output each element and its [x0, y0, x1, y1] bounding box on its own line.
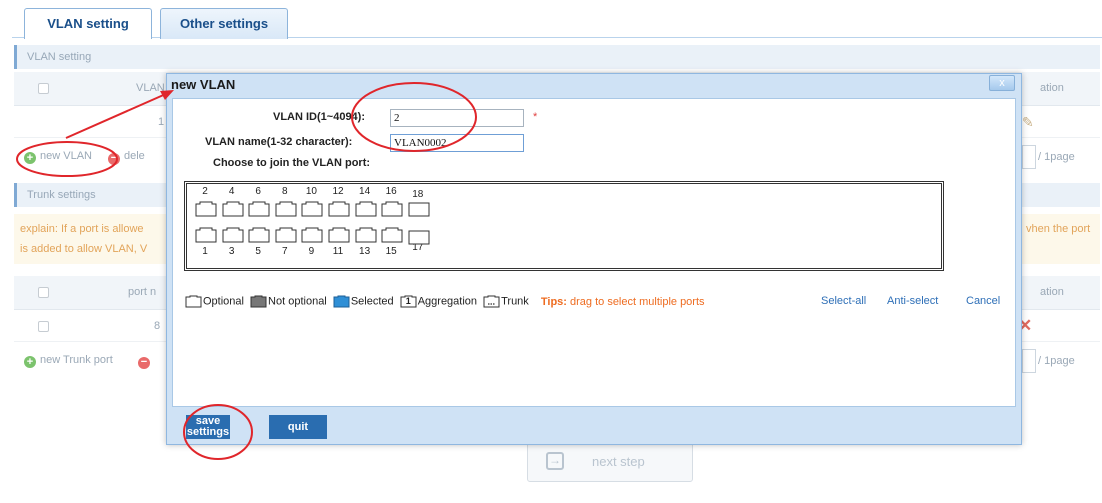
port-column-header: port n — [128, 286, 157, 298]
optional-port-icon — [185, 295, 202, 308]
explain-line1: explain: If a port is allowe — [20, 223, 144, 235]
new-vlan-dialog: new VLAN x VLAN ID(1~4094): * VLAN name(… — [166, 73, 1022, 445]
legend-trunk: Trunk — [483, 295, 529, 308]
port-17[interactable] — [408, 229, 430, 245]
port-number-12: 12 — [332, 186, 344, 197]
aggregation-port-icon: 1 — [400, 295, 417, 308]
vlan-section-header: VLAN setting — [14, 45, 1100, 69]
port-12[interactable] — [328, 201, 350, 217]
port-number-13: 13 — [359, 246, 371, 257]
port-2[interactable] — [195, 201, 217, 217]
port-11[interactable] — [328, 227, 350, 243]
delete-trunk-link[interactable]: − — [138, 354, 154, 369]
dialog-body: VLAN ID(1~4094): * VLAN name(1-32 charac… — [172, 98, 1016, 407]
trunk-port-icon — [483, 295, 500, 308]
port-1[interactable] — [195, 227, 217, 243]
page-count: / 1page — [1038, 355, 1075, 367]
port-cell: 8 — [154, 320, 161, 332]
legend-selected: Selected — [333, 295, 394, 308]
port-18[interactable] — [408, 201, 430, 217]
page-input[interactable] — [1022, 349, 1036, 373]
port-number-1: 1 — [202, 246, 208, 257]
legend-aggregation: 1 Aggregation — [400, 295, 477, 308]
close-icon[interactable]: x — [989, 75, 1015, 91]
port-3[interactable] — [222, 227, 244, 243]
explain-tail: vhen the port — [1026, 223, 1091, 235]
cancel-link[interactable]: Cancel — [966, 295, 1000, 307]
port-number-3: 3 — [228, 246, 235, 257]
page-count: / 1page — [1038, 151, 1075, 163]
row-checkbox[interactable] — [38, 321, 49, 332]
port-number-16: 16 — [385, 186, 397, 197]
required-mark: * — [533, 111, 538, 123]
save-settings-button[interactable]: save settings — [186, 415, 230, 439]
port-6[interactable] — [248, 201, 270, 217]
vlan-column-header: VLAN — [136, 82, 165, 94]
dialog-footer: save settings quit — [167, 410, 1021, 444]
next-step-button[interactable]: → next step — [527, 442, 693, 482]
page-input[interactable] — [1022, 145, 1036, 169]
port-number-15: 15 — [385, 246, 397, 257]
anti-select-link[interactable]: Anti-select — [887, 295, 938, 307]
port-16[interactable] — [381, 201, 403, 217]
action-column-header: ation — [1040, 82, 1064, 94]
port-13[interactable] — [355, 227, 377, 243]
port-15[interactable] — [381, 227, 403, 243]
choose-ports-label: Choose to join the VLAN port: — [213, 157, 371, 169]
port-14[interactable] — [355, 201, 377, 217]
tab-other-settings[interactable]: Other settings — [160, 8, 288, 39]
add-icon: + — [24, 152, 36, 164]
port-selector: 2 4 6 8 10 12 14 16 18 1 3 5 7 9 11 13 15 17 — [184, 181, 944, 271]
port-7[interactable] — [275, 227, 297, 243]
delete-link[interactable]: − dele — [108, 150, 145, 165]
vlan-name-label: VLAN name(1-32 character): — [205, 136, 353, 148]
trunk-action-column-header: ation — [1040, 286, 1064, 298]
not-optional-port-icon — [250, 295, 267, 308]
new-vlan-link[interactable]: + new VLAN — [24, 150, 92, 164]
port-number-5: 5 — [255, 246, 261, 257]
port-9[interactable] — [301, 227, 323, 243]
new-trunk-link[interactable]: + new Trunk port — [24, 354, 113, 368]
port-legend: Optional Not optional Selected 1 Aggrega… — [185, 295, 1011, 313]
port-number-14: 14 — [359, 186, 371, 197]
port-10[interactable] — [301, 201, 323, 217]
port-number-2: 2 — [202, 186, 208, 197]
next-arrow-icon: → — [546, 452, 564, 470]
port-8[interactable] — [275, 201, 297, 217]
tab-vlan-setting[interactable]: VLAN setting — [24, 8, 152, 39]
port-number-9: 9 — [308, 246, 315, 257]
port-number-4: 4 — [228, 186, 235, 197]
edit-icon[interactable]: ✎ — [1022, 114, 1034, 131]
vlan-id-label: VLAN ID(1~4094): — [273, 111, 366, 123]
legend-not-optional: Not optional — [250, 295, 327, 308]
vlan-id-input[interactable] — [390, 109, 524, 127]
port-number-10: 10 — [305, 186, 317, 197]
port-number-7: 7 — [282, 246, 288, 257]
port-number-18: 18 — [412, 189, 424, 200]
port-number-6: 6 — [255, 186, 261, 197]
tips: Tips: drag to select multiple ports — [540, 295, 705, 308]
select-all-checkbox[interactable] — [38, 83, 49, 94]
dialog-title: new VLAN — [171, 77, 236, 92]
legend-optional: Optional — [185, 295, 244, 308]
vlan-name-input[interactable] — [390, 134, 524, 152]
trunk-select-all-checkbox[interactable] — [38, 287, 49, 298]
select-all-link[interactable]: Select-all — [821, 295, 866, 307]
port-4[interactable] — [222, 201, 244, 217]
remove-icon: − — [108, 153, 120, 165]
tab-bar: VLAN setting Other settings — [12, 8, 1102, 39]
explain-line2: is added to allow VLAN, V — [20, 243, 148, 255]
selected-port-icon — [333, 295, 350, 308]
port-number-11: 11 — [332, 246, 344, 257]
port-5[interactable] — [248, 227, 270, 243]
remove-icon: − — [138, 357, 150, 369]
quit-button[interactable]: quit — [269, 415, 327, 439]
vlan-id-cell: 1 — [158, 116, 165, 128]
add-icon: + — [24, 356, 36, 368]
port-number-8: 8 — [282, 186, 288, 197]
